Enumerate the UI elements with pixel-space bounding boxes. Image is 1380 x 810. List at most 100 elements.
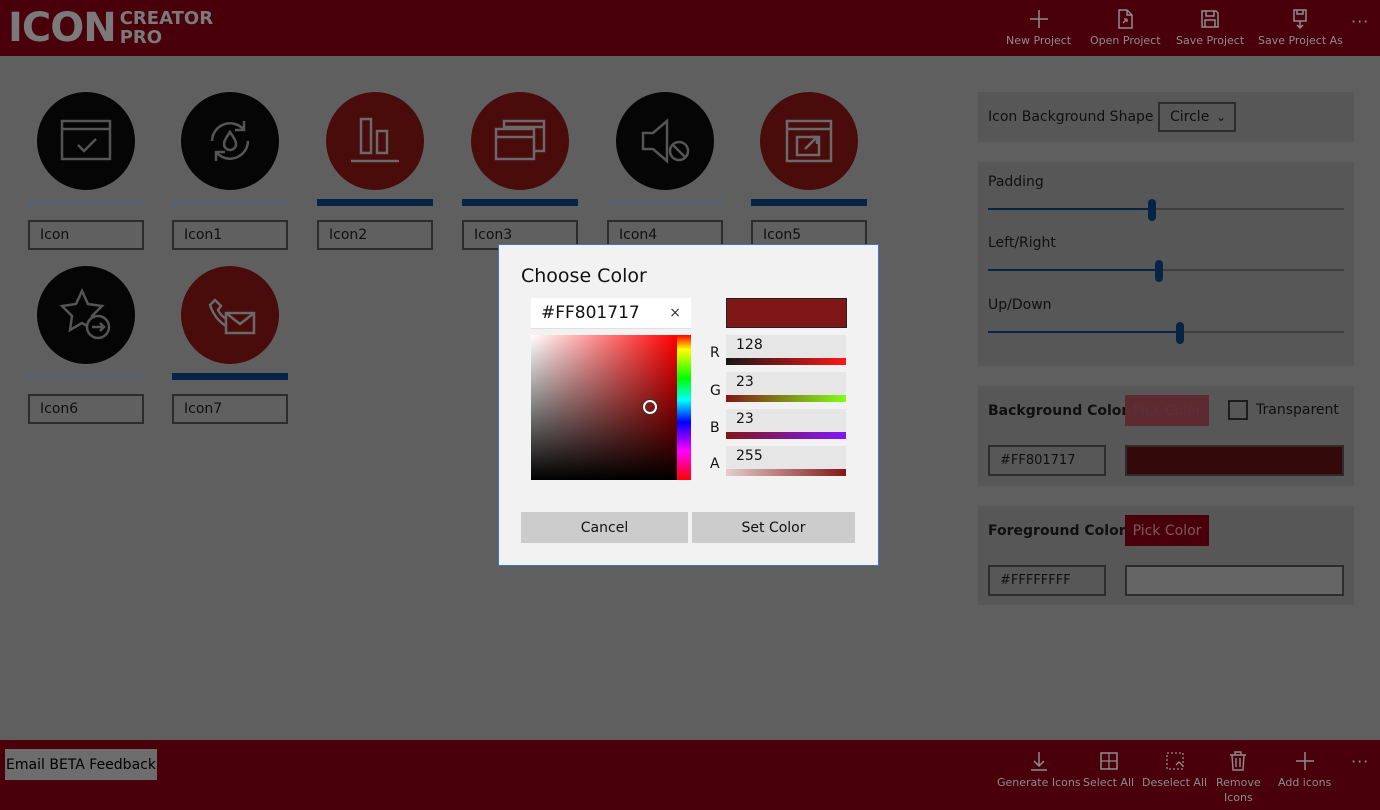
icon-card-7[interactable]: Icon7 — [172, 266, 288, 426]
icon-thumb-6[interactable] — [37, 266, 135, 364]
updown-label: Up/Down — [988, 297, 1052, 313]
set-color-button[interactable]: Set Color — [692, 512, 855, 543]
selection-bar — [172, 199, 288, 206]
icon-thumb-0[interactable] — [37, 92, 135, 190]
add-icons-button[interactable]: Add icons — [1278, 750, 1331, 790]
shape-select-value: Circle — [1170, 109, 1210, 125]
open-document-icon — [1118, 9, 1133, 29]
foreground-color-label: Foreground Color — [988, 523, 1126, 539]
blue-channel-label: B — [710, 420, 720, 436]
selection-bar — [607, 199, 723, 206]
top-app-bar: ICON CREATOR PRO New Project Open Projec… — [0, 0, 1380, 56]
background-color-label: Background Color — [988, 403, 1129, 419]
icon-card-1[interactable]: Icon1 — [172, 92, 288, 252]
new-project-button[interactable]: New Project — [1006, 8, 1071, 52]
red-channel-value: 128 — [736, 337, 763, 353]
updown-slider[interactable] — [988, 322, 1344, 344]
trash-icon — [1230, 751, 1247, 771]
blue-channel-value: 23 — [736, 411, 754, 427]
padding-slider[interactable] — [988, 199, 1344, 221]
open-in-window-icon — [785, 119, 833, 163]
deselect-all-button[interactable]: Deselect All — [1142, 750, 1207, 790]
icon-name-field[interactable]: Icon6 — [28, 394, 144, 424]
background-color-swatch — [1125, 445, 1344, 476]
icon-thumb-2[interactable] — [326, 92, 424, 190]
icon-name-field[interactable]: Icon7 — [172, 394, 288, 424]
slider-fill — [988, 331, 1181, 333]
icon-card-6[interactable]: Icon6 — [28, 266, 144, 426]
dialog-title: Choose Color — [521, 265, 647, 287]
leftright-label: Left/Right — [988, 235, 1056, 251]
icon-name-field[interactable]: Icon2 — [317, 220, 433, 250]
save-icon — [1201, 10, 1219, 28]
cancel-button[interactable]: Cancel — [521, 512, 688, 543]
icon-thumb-5[interactable] — [760, 92, 858, 190]
save-project-button[interactable]: Save Project — [1176, 8, 1244, 52]
hex-color-input[interactable]: #FF801717 × — [531, 298, 691, 329]
icon-thumb-7[interactable] — [181, 266, 279, 364]
bottom-more-button[interactable]: ··· — [1351, 752, 1369, 771]
alpha-channel-input[interactable]: 255 — [726, 446, 846, 476]
background-hex-input[interactable]: #FF801717 — [988, 445, 1106, 476]
icon-card-4[interactable]: Icon4 — [607, 92, 723, 252]
icon-name-field[interactable]: Icon1 — [172, 220, 288, 250]
remove-icons-button[interactable]: Remove Icons — [1216, 750, 1261, 805]
save-project-as-label: Save Project As — [1258, 34, 1343, 47]
icon-card-0[interactable]: Icon — [28, 92, 144, 252]
slider-thumb[interactable] — [1176, 322, 1185, 344]
icon-thumb-1[interactable] — [181, 92, 279, 190]
deselect-icon — [1165, 752, 1184, 770]
new-project-label: New Project — [1006, 34, 1072, 47]
icon-thumb-4[interactable] — [616, 92, 714, 190]
generate-icons-button[interactable]: Generate Icons — [997, 750, 1081, 790]
background-pick-color-button[interactable]: Pick Color — [1125, 395, 1209, 426]
foreground-pick-color-button[interactable]: Pick Color — [1125, 515, 1209, 546]
transparent-checkbox[interactable] — [1228, 400, 1248, 420]
alpha-channel-slider[interactable] — [726, 469, 846, 476]
select-all-icon — [1099, 752, 1118, 770]
top-more-button[interactable]: ··· — [1351, 12, 1369, 31]
shape-label: Icon Background Shape — [988, 109, 1154, 125]
selection-bar — [462, 199, 578, 206]
background-color-panel: Background Color Pick Color Transparent … — [978, 386, 1354, 486]
icon-thumb-3[interactable] — [471, 92, 569, 190]
alpha-channel-label: A — [710, 456, 720, 472]
icon-card-2[interactable]: Icon2 — [317, 92, 433, 252]
slider-thumb[interactable] — [1154, 260, 1163, 282]
plus-icon — [1295, 752, 1314, 770]
align-bottom-icon — [351, 117, 399, 163]
icon-name-field[interactable]: Icon — [28, 220, 144, 250]
remove-icons-label-1: Remove — [1216, 776, 1261, 789]
save-as-icon — [1293, 9, 1308, 30]
select-all-button[interactable]: Select All — [1083, 750, 1134, 790]
green-channel-input[interactable]: 23 — [726, 372, 846, 402]
hue-slider[interactable] — [677, 335, 691, 480]
clear-icon[interactable]: × — [669, 298, 681, 329]
icon-card-3[interactable]: Icon3 — [462, 92, 578, 252]
email-feedback-button[interactable]: Email BETA Feedback — [5, 749, 157, 780]
star-arrow-icon — [59, 288, 111, 340]
browser-check-icon — [60, 119, 112, 161]
slider-fill — [988, 269, 1159, 271]
blue-channel-input[interactable]: 23 — [726, 409, 846, 439]
generate-icons-label: Generate Icons — [997, 776, 1081, 789]
logo-sub-text-2: PRO — [119, 27, 163, 48]
color-spectrum[interactable] — [531, 335, 677, 480]
spectrum-picker-handle[interactable] — [643, 400, 657, 414]
foreground-hex-input[interactable]: #FFFFFFFF — [988, 565, 1106, 596]
alpha-channel-value: 255 — [736, 448, 763, 464]
blue-channel-slider[interactable] — [726, 432, 846, 439]
save-project-label: Save Project — [1176, 34, 1245, 47]
icon-card-5[interactable]: Icon5 — [751, 92, 867, 252]
shape-select[interactable]: Circle ⌄ — [1158, 102, 1236, 132]
leftright-slider[interactable] — [988, 260, 1344, 282]
phone-mail-icon — [208, 298, 256, 335]
green-channel-slider[interactable] — [726, 395, 846, 402]
select-all-label: Select All — [1083, 776, 1135, 789]
open-project-button[interactable]: Open Project — [1090, 8, 1161, 52]
red-channel-input[interactable]: 128 — [726, 335, 846, 365]
red-channel-slider[interactable] — [726, 358, 846, 365]
slider-thumb[interactable] — [1147, 199, 1156, 221]
save-project-as-button[interactable]: Save Project As — [1258, 8, 1343, 52]
foreground-color-panel: Foreground Color Pick Color #FFFFFFFF — [978, 506, 1354, 605]
